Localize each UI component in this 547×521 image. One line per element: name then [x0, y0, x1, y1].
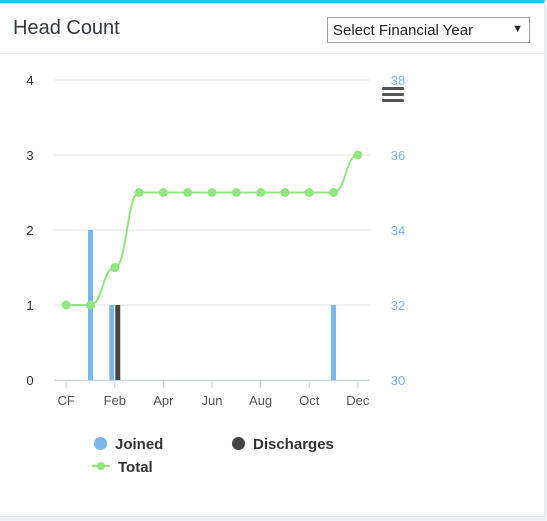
menu-line [382, 99, 404, 102]
right-y-tick-label: 34 [391, 223, 405, 238]
x-tick-label: Dec [346, 393, 370, 408]
total-point [61, 300, 71, 310]
joined-bar [109, 305, 115, 380]
discharges-legend-swatch [232, 437, 245, 450]
right-y-tick-label: 38 [391, 73, 405, 88]
joined-legend-swatch [94, 437, 107, 450]
x-tick-label: Jun [202, 393, 223, 408]
menu-line [382, 93, 404, 96]
total-point [183, 188, 193, 197]
chart-legend: Joined Discharges Total [92, 434, 392, 482]
menu-line [382, 87, 404, 90]
legend-item-discharges[interactable]: Discharges [232, 436, 334, 453]
legend-label-joined: Joined [115, 436, 164, 453]
total-legend-swatch [92, 460, 110, 473]
discharges-bar [115, 305, 121, 380]
total-point [231, 188, 241, 197]
legend-item-joined[interactable]: Joined [94, 436, 163, 453]
total-point [256, 188, 266, 197]
x-tick-label: CF [57, 393, 74, 408]
joined-bar [331, 305, 337, 380]
total-point [304, 188, 314, 197]
total-point [353, 150, 363, 160]
total-point [110, 263, 120, 272]
total-point [207, 188, 217, 197]
left-y-tick-label: 4 [26, 73, 33, 88]
x-tick-label: Aug [249, 393, 272, 408]
right-y-tick-label: 36 [391, 148, 405, 163]
total-point [85, 300, 95, 310]
chart-menu-icon[interactable] [382, 87, 404, 103]
left-y-tick-label: 1 [26, 298, 33, 313]
total-point [280, 188, 290, 197]
legend-label-total: Total [118, 459, 153, 476]
total-point [134, 188, 144, 197]
legend-label-discharges: Discharges [253, 436, 334, 453]
total-point [158, 188, 168, 197]
total-point [329, 188, 339, 197]
right-y-tick-label: 30 [391, 373, 405, 388]
x-tick-label: Feb [104, 393, 126, 408]
legend-item-total[interactable]: Total [92, 459, 153, 476]
x-tick-label: Apr [153, 393, 174, 408]
left-y-tick-label: 3 [26, 148, 33, 163]
x-tick-label: Oct [299, 393, 320, 408]
right-y-tick-label: 32 [391, 298, 405, 313]
left-y-tick-label: 0 [26, 373, 33, 388]
left-y-tick-label: 2 [26, 223, 33, 238]
